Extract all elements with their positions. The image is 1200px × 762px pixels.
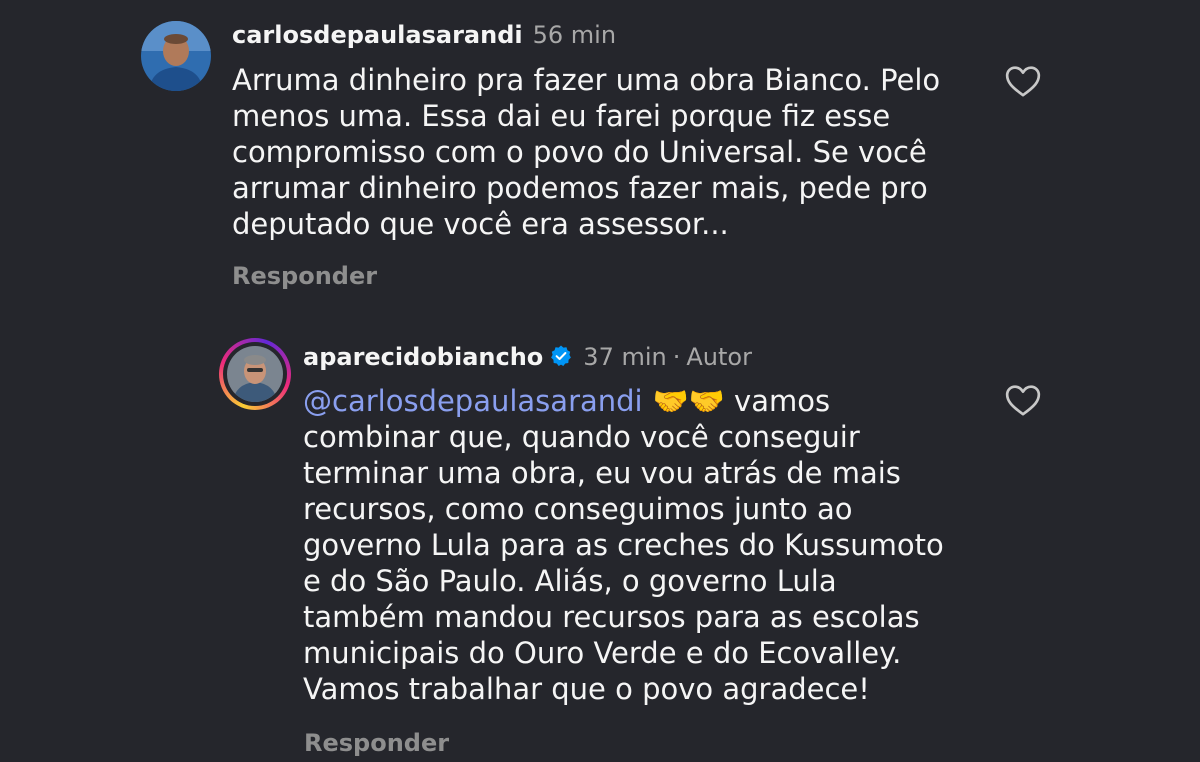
author-label: Autor [686,343,752,371]
verified-badge-icon [549,344,573,375]
reply-button[interactable]: Responder [304,728,449,758]
comments-thread: carlosdepaulasarandi 56 min Arruma dinhei… [0,0,1200,762]
heart-outline-icon[interactable] [1003,61,1043,101]
comment-text: combinar que, quando você conseguir term… [303,420,944,706]
username[interactable]: aparecidobiancho [303,343,543,371]
avatar [227,346,283,402]
avatar-story-ring[interactable] [219,338,291,410]
avatar[interactable] [141,21,211,91]
handshake-emoji: 🤝🤝 [652,384,725,418]
separator: · [672,343,681,371]
comment-header: aparecidobiancho 37 min · Autor [303,342,752,375]
comment-first-line: @carlosdepaulasarandi 🤝🤝 vamos [303,383,983,419]
heart-outline-icon[interactable] [1003,380,1043,420]
comment-header: carlosdepaulasarandi 56 min [232,20,616,50]
mention-link[interactable]: @carlosdepaulasarandi [303,384,643,418]
timestamp: 37 min [583,343,667,371]
timestamp: 56 min [532,21,617,49]
comment-text-start: vamos [724,384,831,418]
comment-text: Arruma dinheiro pra fazer uma obra Bianc… [232,63,941,241]
reply-button[interactable]: Responder [232,261,377,291]
username[interactable]: carlosdepaulasarandi [232,21,523,49]
